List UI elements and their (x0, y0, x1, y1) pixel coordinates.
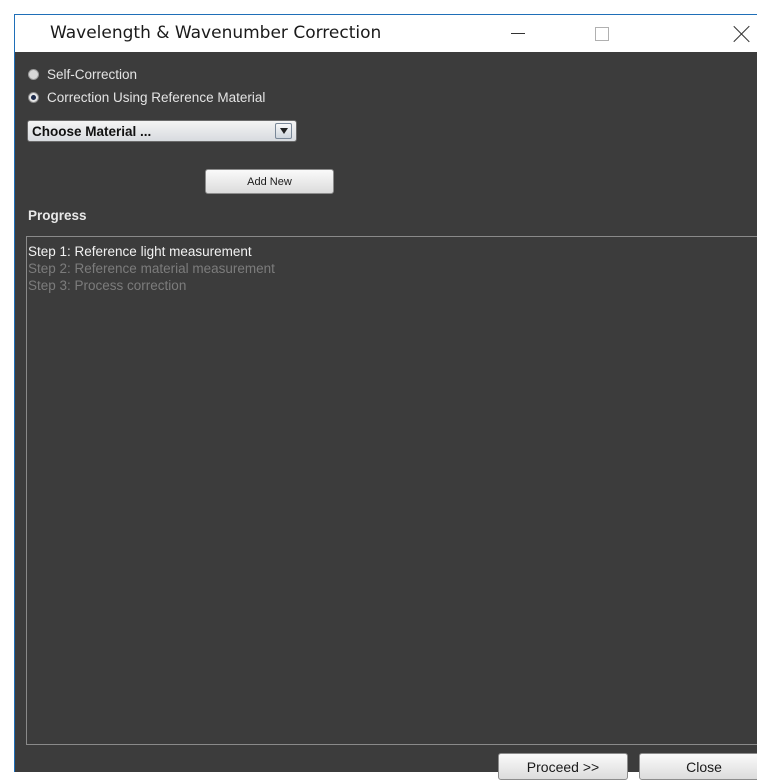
reference-correction-label: Correction Using Reference Material (47, 89, 266, 105)
self-correction-radio[interactable] (28, 68, 39, 80)
dialog-window: Wavelength & Wavenumber Correction Self-… (0, 0, 757, 780)
add-new-button[interactable]: Add New (205, 169, 334, 194)
self-correction-label: Self-Correction (47, 66, 138, 82)
minimize-button[interactable] (495, 15, 541, 52)
close-button[interactable]: Close (639, 753, 757, 780)
material-select[interactable]: Choose Material ... (27, 120, 297, 142)
progress-panel: Step 1: Reference light measurement Step… (26, 236, 757, 745)
window-frame: Wavelength & Wavenumber Correction Self-… (14, 14, 757, 780)
window-close-button[interactable] (719, 15, 757, 52)
reference-correction-radio[interactable] (28, 91, 39, 103)
minimize-icon (511, 33, 525, 34)
progress-step-3: Step 3: Process correction (28, 278, 187, 293)
proceed-button[interactable]: Proceed >> (498, 753, 628, 780)
progress-step-2: Step 2: Reference material measurement (28, 261, 275, 276)
dialog-content: Self-Correction Correction Using Referen… (15, 52, 757, 780)
close-icon (733, 25, 751, 43)
self-correction-option[interactable]: Self-Correction (28, 65, 137, 83)
window-title: Wavelength & Wavenumber Correction (50, 23, 382, 43)
chevron-down-icon[interactable] (275, 123, 292, 139)
progress-step-1: Step 1: Reference light measurement (28, 244, 252, 259)
maximize-icon (595, 26, 609, 41)
material-select-value: Choose Material ... (32, 123, 152, 139)
title-bar[interactable]: Wavelength & Wavenumber Correction (15, 15, 757, 52)
reference-correction-option[interactable]: Correction Using Reference Material (28, 88, 265, 106)
maximize-button[interactable] (579, 15, 625, 52)
progress-heading: Progress (28, 208, 87, 223)
